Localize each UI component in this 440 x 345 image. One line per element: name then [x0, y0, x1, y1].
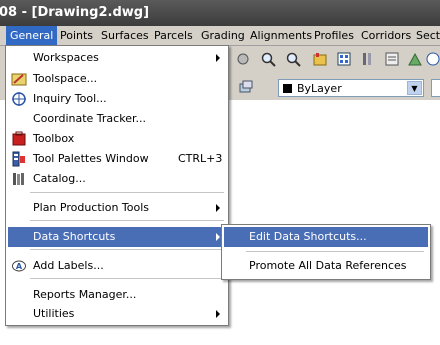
menu-item-edit-data-shortcuts[interactable]: Edit Data Shortcuts...: [224, 227, 428, 247]
menu-item-add-labels[interactable]: A Add Labels...: [8, 256, 226, 276]
submenu-arrow-icon: [216, 54, 220, 62]
properties-icon[interactable]: [312, 51, 328, 67]
add-labels-icon: A: [12, 260, 26, 272]
menu-item-catalog[interactable]: Catalog...: [8, 169, 226, 189]
layer-previous-icon[interactable]: [238, 78, 254, 94]
menu-points[interactable]: Points: [56, 26, 97, 45]
menu-item-inquiry-tool[interactable]: Inquiry Tool...: [8, 89, 226, 109]
menu-general[interactable]: General: [6, 26, 58, 45]
markup-icon[interactable]: [407, 51, 423, 67]
menu-separator: [30, 249, 224, 250]
title-bar: 08 - [Drawing2.dwg]: [0, 0, 440, 26]
menu-bar: General Points Surfaces Parcels Grading …: [0, 26, 440, 46]
submenu-arrow-icon: [216, 233, 220, 241]
chevron-down-icon[interactable]: ▼: [407, 81, 422, 95]
menu-item-coordinate-tracker[interactable]: Coordinate Tracker...: [8, 109, 226, 129]
zoom-icon[interactable]: [260, 51, 276, 67]
menu-separator: [30, 192, 224, 193]
menu-parcels[interactable]: Parcels: [150, 26, 197, 45]
layer-dropdown-value: ByLayer: [297, 82, 342, 95]
layer-dropdown[interactable]: ByLayer ▼: [278, 79, 424, 97]
shortcut-label: CTRL+3: [178, 152, 223, 165]
menu-item-tool-palettes-window[interactable]: Tool Palettes Window CTRL+3: [8, 149, 226, 169]
menu-alignments[interactable]: Alignments: [246, 26, 316, 45]
menu-item-toolspace[interactable]: Toolspace...: [8, 69, 226, 89]
menu-grading[interactable]: Grading: [197, 26, 249, 45]
menu-sections[interactable]: Secti: [412, 26, 440, 45]
menu-separator: [246, 251, 424, 252]
inquiry-icon: [12, 92, 26, 106]
menu-item-toolbox[interactable]: Toolbox: [8, 129, 226, 149]
tool-palettes-icon: [12, 151, 25, 167]
general-menu: Workspaces Toolspace... Inquiry Tool... …: [5, 45, 229, 326]
catalog-icon: [13, 173, 24, 185]
pan-icon[interactable]: [235, 51, 251, 67]
menu-item-plan-production-tools[interactable]: Plan Production Tools: [8, 198, 226, 218]
color-dropdown[interactable]: [431, 79, 440, 97]
menu-item-workspaces[interactable]: Workspaces: [8, 48, 226, 68]
help-icon[interactable]: [425, 51, 440, 67]
menu-item-utilities[interactable]: Utilities: [8, 304, 226, 324]
svg-text:A: A: [16, 262, 23, 271]
data-shortcuts-submenu: Edit Data Shortcuts... Promote All Data …: [221, 224, 431, 280]
tool-palettes-toolbar-icon[interactable]: [360, 51, 376, 67]
menu-item-data-shortcuts[interactable]: Data Shortcuts: [8, 227, 226, 247]
menu-separator: [30, 220, 224, 221]
menu-separator: [30, 278, 224, 279]
zoom-previous-icon[interactable]: [285, 51, 301, 67]
toolbox-icon: [12, 131, 26, 146]
menu-corridors[interactable]: Corridors: [357, 26, 415, 45]
submenu-arrow-icon: [216, 310, 220, 318]
menu-surfaces[interactable]: Surfaces: [97, 26, 153, 45]
menu-item-reports-manager[interactable]: Reports Manager...: [8, 285, 226, 305]
menu-profiles[interactable]: Profiles: [310, 26, 358, 45]
menu-item-promote-all-data-references[interactable]: Promote All Data References: [224, 256, 428, 276]
layer-color-swatch: [283, 84, 292, 93]
submenu-arrow-icon: [216, 204, 220, 212]
design-center-icon[interactable]: [336, 51, 352, 67]
sheet-set-icon[interactable]: [384, 51, 400, 67]
toolspace-icon: [11, 73, 27, 86]
window-title: 08 - [Drawing2.dwg]: [0, 5, 150, 20]
